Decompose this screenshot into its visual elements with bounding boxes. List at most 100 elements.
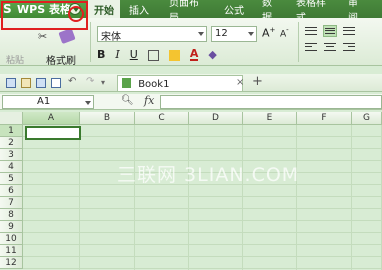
- ribbon-tab-bar: WPS 表格 开始 插入 页面布局 公式 数据 表格样式 审阅: [0, 0, 382, 24]
- column-header-c[interactable]: C: [135, 112, 189, 125]
- grow-font-button[interactable]: A+: [262, 26, 275, 40]
- undo-icon[interactable]: ↶: [68, 76, 76, 87]
- chevron-down-icon: [248, 32, 254, 36]
- tab-review[interactable]: 审阅: [342, 0, 366, 24]
- active-cell[interactable]: [25, 126, 81, 140]
- italic-button[interactable]: I: [115, 48, 119, 61]
- select-all-corner[interactable]: [0, 112, 23, 125]
- tab-data[interactable]: 数据: [256, 0, 286, 24]
- tab-page-layout[interactable]: 页面布局: [163, 0, 213, 24]
- grid-row-line: [23, 148, 382, 149]
- row-header-4[interactable]: 4: [0, 161, 23, 173]
- tab-table-styles[interactable]: 表格样式: [290, 0, 338, 24]
- format-painter-icon[interactable]: [58, 27, 76, 45]
- grid-row-line: [23, 244, 382, 245]
- new-tab-icon[interactable]: +: [252, 74, 263, 89]
- align-left-icon[interactable]: [304, 41, 318, 53]
- formula-bar: A1 🔍︎ fx: [0, 94, 382, 110]
- print-preview-icon[interactable]: [51, 78, 61, 88]
- grid-row-line: [23, 232, 382, 233]
- grid-row-line: [23, 196, 382, 197]
- grid-row-line: [23, 256, 382, 257]
- row-header-12[interactable]: 12: [0, 257, 23, 269]
- wps-menu-button[interactable]: WPS 表格: [0, 0, 88, 18]
- grid-column-line: [79, 125, 80, 270]
- bold-button[interactable]: B: [97, 48, 105, 61]
- font-name-value: 宋体: [101, 32, 121, 43]
- grid-column-line: [188, 125, 189, 270]
- font-name-select[interactable]: 宋体: [97, 26, 207, 43]
- row-header-9[interactable]: 9: [0, 221, 23, 233]
- row-header-10[interactable]: 10: [0, 233, 23, 245]
- menu-dropdown-icon[interactable]: [69, 3, 81, 15]
- formula-input[interactable]: [160, 95, 382, 109]
- row-header-11[interactable]: 11: [0, 245, 23, 257]
- open-icon[interactable]: [21, 78, 31, 88]
- spreadsheet-icon: [122, 78, 131, 88]
- column-header-g[interactable]: G: [352, 112, 382, 125]
- grid-column-line: [351, 125, 352, 270]
- column-header-f[interactable]: F: [297, 112, 352, 125]
- align-bottom-icon[interactable]: [342, 25, 356, 37]
- column-header-e[interactable]: E: [243, 112, 297, 125]
- row-header-1[interactable]: 1: [0, 125, 23, 137]
- alignment-group: [304, 25, 358, 53]
- document-tab-label: Book1: [138, 79, 170, 90]
- paste-button[interactable]: 粘贴: [6, 53, 24, 66]
- chevron-down-icon: [85, 101, 91, 105]
- row-header-6[interactable]: 6: [0, 185, 23, 197]
- grid-column-line: [134, 125, 135, 270]
- wps-logo-icon: [3, 2, 13, 16]
- row-header-7[interactable]: 7: [0, 197, 23, 209]
- close-icon[interactable]: ×: [236, 77, 244, 88]
- ribbon-home: 粘贴 ✂ 格式刷 宋体 12 A+ A- B I U A ◆: [0, 18, 382, 67]
- row-header-2[interactable]: 2: [0, 137, 23, 149]
- save-icon[interactable]: [6, 78, 16, 88]
- column-header-a[interactable]: A: [23, 112, 80, 125]
- row-header-3[interactable]: 3: [0, 149, 23, 161]
- font-size-value: 12: [215, 28, 228, 39]
- column-header-d[interactable]: D: [189, 112, 243, 125]
- chevron-down-icon: [198, 32, 204, 36]
- qat-more-icon[interactable]: ▾: [101, 78, 105, 87]
- clear-format-icon[interactable]: ◆: [208, 48, 216, 61]
- print-icon[interactable]: [36, 78, 46, 88]
- grid-row-line: [23, 220, 382, 221]
- grid-row-line: [23, 268, 382, 269]
- tab-home[interactable]: 开始: [88, 0, 120, 18]
- font-format-row: B I U A ◆: [97, 48, 217, 61]
- shrink-font-button[interactable]: A-: [280, 26, 289, 40]
- tab-insert[interactable]: 插入: [123, 0, 156, 18]
- underline-button[interactable]: U: [130, 48, 138, 61]
- redo-icon[interactable]: ↷: [86, 76, 94, 87]
- grid-row-line: [23, 208, 382, 209]
- document-tab[interactable]: Book1: [117, 75, 243, 91]
- align-right-icon[interactable]: [342, 41, 356, 53]
- wps-menu-label: WPS 表格: [17, 3, 71, 16]
- align-center-icon[interactable]: [323, 41, 337, 53]
- grid-column-line: [242, 125, 243, 270]
- format-painter-button[interactable]: 格式刷: [46, 52, 76, 67]
- borders-icon[interactable]: [147, 50, 159, 61]
- row-header-8[interactable]: 8: [0, 209, 23, 221]
- align-middle-icon[interactable]: [323, 25, 337, 37]
- ribbon-divider: [90, 22, 91, 62]
- grid-row-line: [23, 160, 382, 161]
- row-header-5[interactable]: 5: [0, 173, 23, 185]
- font-color-icon[interactable]: A: [189, 48, 199, 61]
- tab-formulas[interactable]: 公式: [218, 0, 250, 18]
- column-header-b[interactable]: B: [80, 112, 135, 125]
- align-top-icon[interactable]: [304, 25, 318, 37]
- grid-column-line: [296, 125, 297, 270]
- zoom-search-icon[interactable]: 🔍︎: [121, 95, 134, 106]
- grid-row-line: [23, 184, 382, 185]
- grow-font-label: A: [262, 26, 270, 40]
- fill-color-icon[interactable]: [168, 50, 180, 61]
- ribbon-divider: [298, 22, 299, 62]
- name-box[interactable]: A1: [2, 95, 94, 109]
- insert-function-button[interactable]: fx: [144, 94, 154, 107]
- quick-access-toolbar: ↶ ↷ ▾ Book1 × +: [0, 74, 382, 92]
- cell-reference: A1: [37, 96, 51, 107]
- cut-icon[interactable]: ✂: [38, 30, 47, 43]
- font-size-select[interactable]: 12: [211, 26, 257, 42]
